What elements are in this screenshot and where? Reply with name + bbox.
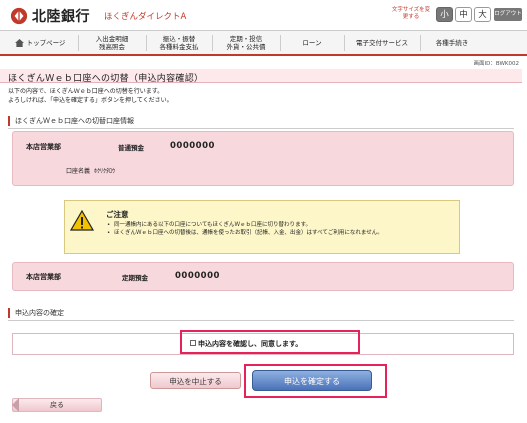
bullet-icon: •	[107, 222, 111, 228]
caution-item-2: ほくぎんＷｅｂ口座への切替後は、通帳を使ったお取引（記帳、入金、出金）はすべてご…	[114, 230, 383, 236]
logout-button[interactable]: ログアウト	[494, 8, 522, 21]
section-divider	[8, 320, 514, 321]
account-section-heading: ほくぎんＷｅｂ口座への切替口座情報	[8, 116, 134, 126]
nav-top-page[interactable]: トップページ	[4, 31, 76, 55]
caution-title: ご注意	[106, 210, 129, 219]
account-panel	[12, 131, 514, 186]
nav-deposit-investment[interactable]: 定期・投信 外貨・公共債	[214, 31, 278, 55]
account-branch: 本店営業部	[26, 143, 61, 151]
confirm-section-heading: 申込内容の確定	[8, 308, 64, 318]
font-size-large-button[interactable]: 大	[474, 7, 491, 22]
nav-loan[interactable]: ローン	[282, 31, 342, 55]
related-account-type: 定期預金	[122, 274, 148, 282]
cancel-application-button[interactable]: 申込を中止する	[150, 372, 241, 389]
nav-statement[interactable]: 入出金明細 残高照会	[80, 31, 144, 55]
confirm-application-button[interactable]: 申込を確定する	[252, 370, 372, 391]
related-account-branch: 本店営業部	[26, 273, 61, 281]
screen-id: 画面ID：BWK002	[473, 61, 519, 67]
related-account-panel	[12, 262, 514, 291]
bullet-icon: •	[107, 230, 111, 236]
section-divider	[8, 128, 514, 129]
warning-icon	[70, 210, 94, 231]
agree-label[interactable]: 申込内容を確認し、同意します。	[198, 339, 302, 349]
description-line-1: 以下の内容で、ほくぎんＷｅｂ口座への切替を行います。	[8, 88, 164, 95]
bank-logo-icon	[10, 7, 28, 25]
global-nav: トップページ 入出金明細 残高照会 振込・振替 各種料金支払 定期・投信 外貨・…	[0, 30, 527, 56]
caution-item-1: 同一通帳内にある以下の口座についてもほくぎんＷｅｂ口座に切り替わります。	[114, 222, 312, 228]
holder-name: ﾎｸﾘｸﾀﾛｳ	[94, 168, 116, 175]
service-name: ほくぎんダイレクトA	[104, 12, 187, 22]
account-number: 0000000	[170, 141, 215, 151]
related-account-number: 0000000	[175, 271, 220, 281]
home-icon	[14, 39, 24, 47]
back-button[interactable]: 戻る	[12, 398, 102, 412]
nav-label: トップページ	[26, 39, 66, 47]
page-title: ほくぎんＷｅｂ口座への切替（申込内容確認）	[8, 74, 204, 84]
account-type: 普通預金	[118, 144, 144, 152]
nav-transfer[interactable]: 振込・振替 各種料金支払	[148, 31, 210, 55]
description-line-2: よろしければ、「申込を確定する」ボタンを押してください。	[8, 97, 173, 104]
nav-procedures[interactable]: 各種手続き	[422, 31, 482, 55]
font-size-medium-button[interactable]: 中	[455, 7, 472, 22]
agree-checkbox[interactable]	[190, 340, 196, 346]
nav-e-delivery[interactable]: 電子交付サービス	[346, 31, 418, 55]
font-size-label: 文字サイズを変更する	[391, 7, 431, 20]
bank-name: 北陸銀行	[32, 9, 90, 25]
holder-label: 口座名義	[66, 168, 91, 175]
back-arrow-icon	[12, 398, 19, 412]
font-size-small-button[interactable]: 小	[436, 7, 453, 22]
